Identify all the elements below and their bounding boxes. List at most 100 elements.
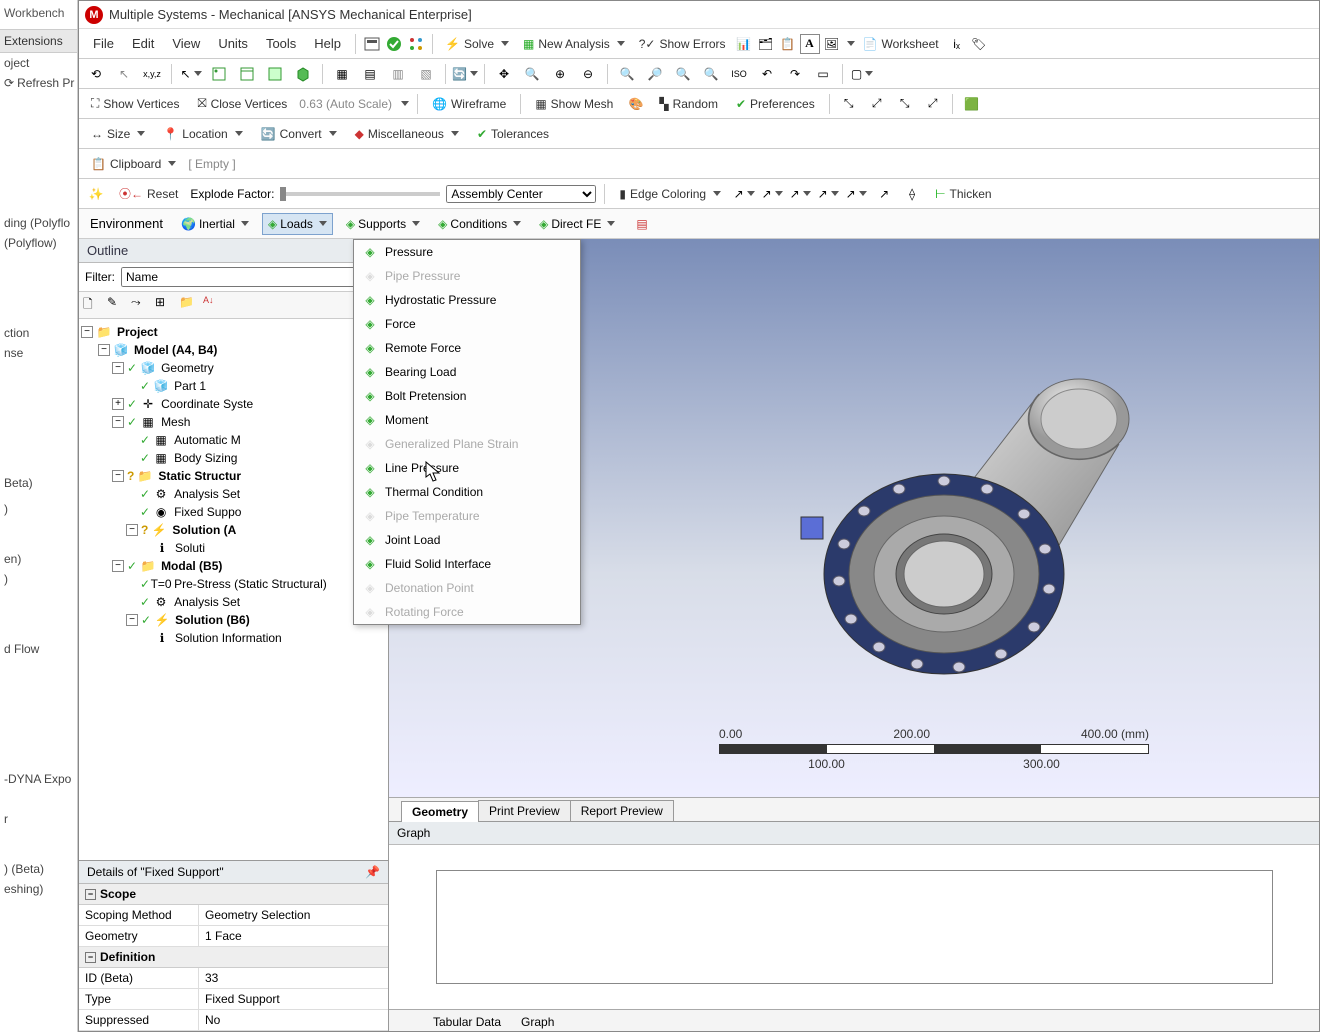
e4-icon[interactable]: ↗ bbox=[817, 183, 839, 205]
expander[interactable]: − bbox=[112, 416, 124, 428]
expander[interactable]: − bbox=[112, 470, 124, 482]
explode-icon[interactable]: ✨ bbox=[85, 183, 107, 205]
tree-prestress[interactable]: Pre-Stress (Static Structural) bbox=[172, 577, 329, 591]
axis4-icon[interactable]: ⤢ bbox=[922, 93, 944, 115]
details-row[interactable]: ID (Beta)33 bbox=[79, 968, 388, 989]
e1-icon[interactable]: ↗ bbox=[733, 183, 755, 205]
icon-c[interactable]: 📋 bbox=[778, 34, 798, 54]
tree-part1[interactable]: Part 1 bbox=[172, 379, 208, 393]
loads-item-pressure[interactable]: ◈Pressure bbox=[354, 240, 580, 264]
loads-item-joint-load[interactable]: ◈Joint Load bbox=[354, 528, 580, 552]
tree-modal[interactable]: Modal (B5) bbox=[159, 559, 224, 573]
loads-item-force[interactable]: ◈Force bbox=[354, 312, 580, 336]
menu-units[interactable]: Units bbox=[210, 32, 256, 55]
details-value[interactable]: Fixed Support bbox=[199, 989, 388, 1009]
t1-icon[interactable]: 🗋 bbox=[83, 295, 103, 315]
rotate-icon[interactable]: ⟲ bbox=[85, 63, 107, 85]
console-icon[interactable] bbox=[362, 34, 382, 54]
box2-icon[interactable] bbox=[236, 63, 258, 85]
directfe-button[interactable]: ◈Direct FE bbox=[534, 214, 620, 234]
e2-icon[interactable]: ↗ bbox=[761, 183, 783, 205]
xyz-icon[interactable]: x,y,z bbox=[141, 63, 163, 85]
details-value[interactable]: 1 Face bbox=[199, 926, 388, 946]
axis1-icon[interactable]: ⤡ bbox=[838, 93, 860, 115]
tab-tabular[interactable]: Tabular Data bbox=[423, 1013, 511, 1031]
tree-mesh[interactable]: Mesh bbox=[159, 415, 192, 429]
expander[interactable]: − bbox=[126, 524, 138, 536]
expander[interactable]: + bbox=[112, 398, 124, 410]
size-button[interactable]: ↔Size bbox=[85, 125, 151, 143]
reset-button[interactable]: ⦿←Reset bbox=[113, 183, 184, 204]
tab-print-preview[interactable]: Print Preview bbox=[478, 800, 571, 821]
tab-graph[interactable]: Graph bbox=[511, 1013, 564, 1031]
pointer-icon[interactable]: ↖ bbox=[113, 63, 135, 85]
tree-solA[interactable]: Solution (A bbox=[170, 523, 238, 537]
edge-coloring-button[interactable]: ▮Edge Coloring bbox=[613, 185, 727, 203]
clipboard-button[interactable]: 📋Clipboard bbox=[85, 155, 182, 173]
loads-dropdown[interactable]: ◈Pressure◈Pipe Pressure◈Hydrostatic Pres… bbox=[353, 239, 581, 625]
tree-solinfo2[interactable]: Solution Information bbox=[173, 631, 284, 645]
frag-project[interactable]: oject bbox=[0, 53, 77, 73]
filter-select[interactable]: Name bbox=[121, 267, 382, 287]
iso-icon[interactable]: ISO bbox=[728, 63, 750, 85]
sort-icon[interactable]: A↓ bbox=[203, 295, 223, 315]
icon-a[interactable]: 📊 bbox=[734, 34, 754, 54]
expander[interactable]: − bbox=[81, 326, 93, 338]
group-expander[interactable]: − bbox=[85, 952, 96, 963]
icon-d[interactable]: A bbox=[800, 34, 820, 54]
box1-icon[interactable] bbox=[208, 63, 230, 85]
t3-icon[interactable]: ⤳ bbox=[131, 295, 151, 315]
grid3-icon[interactable]: ▥ bbox=[387, 63, 409, 85]
zoom-out-icon[interactable]: ⊖ bbox=[577, 63, 599, 85]
menu-file[interactable]: File bbox=[85, 32, 122, 55]
close-vertices-button[interactable]: ⛝Close Vertices bbox=[191, 94, 293, 113]
explode-slider[interactable] bbox=[280, 192, 440, 196]
zoom-in-icon[interactable]: ⊕ bbox=[549, 63, 571, 85]
tree-solinfo[interactable]: Soluti bbox=[173, 541, 207, 555]
zoom-box-icon[interactable]: 🔍 bbox=[521, 63, 543, 85]
loads-item-fluid-solid-interface[interactable]: ◈Fluid Solid Interface bbox=[354, 552, 580, 576]
inertial-button[interactable]: 🌍Inertial bbox=[176, 214, 254, 234]
fit-icon[interactable]: 🔍 bbox=[616, 63, 638, 85]
icon-e[interactable]: 🖼 bbox=[822, 34, 842, 54]
location-button[interactable]: 📍Location bbox=[157, 125, 248, 143]
loads-item-remote-force[interactable]: ◈Remote Force bbox=[354, 336, 580, 360]
random-button[interactable]: ▚Random bbox=[653, 95, 724, 113]
tree-automesh[interactable]: Automatic M bbox=[172, 433, 243, 447]
tree-project[interactable]: Project bbox=[115, 325, 160, 339]
frag-refresh[interactable]: ⟳ Refresh Pr bbox=[0, 73, 77, 93]
arrow-icon[interactable]: ↖ bbox=[180, 63, 202, 85]
zoom-sel-icon[interactable]: 🔎 bbox=[644, 63, 666, 85]
assembly-center-select[interactable]: Assembly Center bbox=[446, 185, 596, 203]
refresh2-icon[interactable]: 🔄 bbox=[454, 63, 476, 85]
viewport-icon[interactable]: ▢ bbox=[851, 63, 873, 85]
t2-icon[interactable]: ✎ bbox=[107, 295, 127, 315]
info-icon[interactable]: iₓ bbox=[947, 34, 967, 54]
tree-solB[interactable]: Solution (B6) bbox=[173, 613, 252, 627]
details-value[interactable]: No bbox=[199, 1010, 388, 1030]
preferences-button[interactable]: ✔Preferences bbox=[730, 95, 821, 113]
outline-tree[interactable]: −📁Project −🧊Model (A4, B4) −✓🧊Geometry ✓… bbox=[79, 319, 388, 860]
grid2-icon[interactable]: ▤ bbox=[359, 63, 381, 85]
axis3-icon[interactable]: ⤡ bbox=[894, 93, 916, 115]
frag-tab[interactable]: Extensions bbox=[0, 30, 77, 53]
e6-icon[interactable]: ↗ bbox=[873, 183, 895, 205]
misc-button[interactable]: ◆Miscellaneous bbox=[349, 125, 465, 143]
conditions-button[interactable]: ◈Conditions bbox=[433, 214, 526, 234]
loads-button[interactable]: ◈Loads bbox=[262, 213, 333, 235]
expand-icon[interactable]: ⊞ bbox=[155, 295, 175, 315]
icon-b[interactable]: 🗂 bbox=[756, 34, 776, 54]
tag-icon[interactable]: 🏷 bbox=[969, 34, 989, 54]
details-row[interactable]: Geometry1 Face bbox=[79, 926, 388, 947]
e7-icon[interactable]: ⟠ bbox=[901, 183, 923, 205]
paint-icon[interactable]: 🎨 bbox=[625, 93, 647, 115]
details-row[interactable]: Scoping MethodGeometry Selection bbox=[79, 905, 388, 926]
e5-icon[interactable]: ↗ bbox=[845, 183, 867, 205]
cube2-icon[interactable]: 🟩 bbox=[961, 93, 983, 115]
pan-icon[interactable]: ✥ bbox=[493, 63, 515, 85]
details-value[interactable]: 33 bbox=[199, 968, 388, 988]
axis2-icon[interactable]: ⤢ bbox=[866, 93, 888, 115]
details-group[interactable]: −Definition bbox=[79, 947, 388, 968]
details-group[interactable]: −Scope bbox=[79, 884, 388, 905]
tab-geometry[interactable]: Geometry bbox=[401, 801, 479, 822]
